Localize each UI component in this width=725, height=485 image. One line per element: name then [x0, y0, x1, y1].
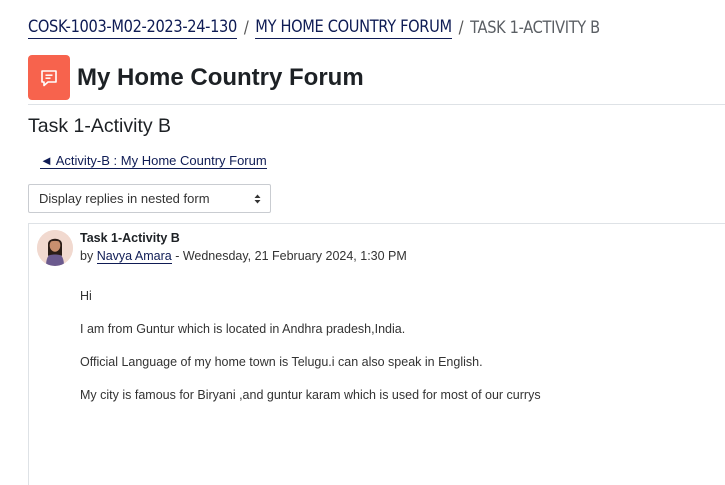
breadcrumb-forum-link[interactable]: MY HOME COUNTRY FORUM	[255, 17, 452, 39]
post-paragraph: My city is famous for Biryani ,and guntu…	[80, 388, 541, 402]
breadcrumb: COSK-1003-M02-2023-24-130 / MY HOME COUN…	[28, 17, 600, 39]
discussion-title: Task 1-Activity B	[28, 115, 172, 137]
page: COSK-1003-M02-2023-24-130 / MY HOME COUN…	[0, 0, 725, 485]
post-author-link[interactable]: Navya Amara	[96, 249, 172, 264]
breadcrumb-current: TASK 1-ACTIVITY B	[470, 18, 600, 38]
back-to-forum-link[interactable]: ◄ Activity-B : My Home Country Forum	[40, 153, 267, 169]
post-paragraph: Official Language of my home town is Tel…	[80, 355, 483, 369]
post-subject: Task 1-Activity B	[80, 231, 180, 245]
post-paragraph: I am from Guntur which is located in And…	[80, 322, 406, 336]
select-caret-icon	[254, 194, 261, 204]
avatar[interactable]	[37, 230, 73, 266]
page-header: My Home Country Forum	[28, 55, 364, 100]
post-body: Hi I am from Guntur which is located in …	[80, 288, 541, 420]
post-paragraph: Hi	[80, 289, 92, 303]
header-divider	[28, 104, 725, 105]
page-title: My Home Country Forum	[77, 63, 364, 91]
post-byline: by Navya Amara - Wednesday, 21 February …	[80, 249, 407, 264]
display-mode-value: Display replies in nested form	[39, 191, 210, 206]
byline-prefix: by	[80, 249, 94, 263]
breadcrumb-separator: /	[243, 18, 249, 38]
forum-post: Task 1-Activity B by Navya Amara - Wedne…	[28, 223, 725, 485]
breadcrumb-course-link[interactable]: COSK-1003-M02-2023-24-130	[28, 17, 237, 39]
display-mode-select[interactable]: Display replies in nested form	[28, 184, 271, 213]
post-date: - Wednesday, 21 February 2024, 1:30 PM	[171, 249, 407, 263]
breadcrumb-separator: /	[458, 18, 464, 38]
forum-chat-icon	[28, 55, 70, 100]
